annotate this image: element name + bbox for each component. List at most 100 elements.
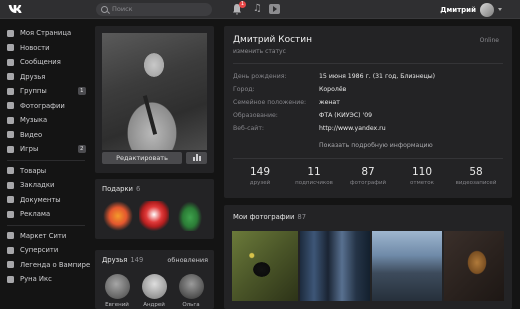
birthday-value[interactable]: 15 июня 1986 г. (31 год, Близнецы) [319,73,435,83]
messages-icon [7,58,14,66]
friend-avatar[interactable] [142,274,167,299]
stats-icon [199,156,201,161]
goods-icon [7,167,14,175]
divider [233,63,503,64]
app-icon [7,261,14,269]
sidebar-item-my-page[interactable]: Моя Страница [0,26,92,41]
gift-santa[interactable] [139,201,169,231]
photos-icon [7,102,14,110]
friends-updates-link[interactable]: обновления [167,256,208,264]
news-icon [7,44,14,52]
vk-logo-icon[interactable] [8,2,26,16]
home-icon [7,29,14,37]
gifts-panel: Подарки 6 [95,179,214,239]
counter-tags[interactable]: 110 отметок [395,166,449,196]
stats-icon [193,157,195,161]
gifts-title[interactable]: Подарки 6 [102,185,140,193]
bookmarks-icon [7,181,14,189]
groups-icon [7,87,14,95]
edit-profile-button[interactable]: Редактировать [102,152,182,164]
photo-thumbnail[interactable] [444,231,504,301]
friend-name[interactable]: Андрей [139,302,169,308]
avatar [480,2,494,17]
info-website: Веб-сайт: http://www.yandex.ru [233,125,386,135]
friends-panel: Друзья 149 обновления Евгений Андрей Ольг… [95,250,214,309]
sidebar-item-messages[interactable]: Сообщения [0,55,92,70]
sidebar-item-app-runa[interactable]: Руна Икс [0,272,92,287]
friend-avatar[interactable] [179,274,204,299]
sidebar-item-groups[interactable]: Группы 1 [0,84,92,99]
music-icon [7,116,14,124]
counter-followers[interactable]: 11 подписчиков [287,166,341,196]
friend-name[interactable]: Евгений [102,302,132,308]
play-icon[interactable] [269,4,280,14]
gift-ribbon[interactable] [103,201,133,231]
sidebar-item-photos[interactable]: Фотографии [0,99,92,114]
divider [233,158,503,159]
counters: 149 друзей 11 подписчиков 87 фотографий 110… [224,166,512,196]
sidebar-item-music[interactable]: Музыка [0,113,92,128]
info-birthday: День рождения: 15 июня 1986 г. (31 год, … [233,73,435,83]
chevron-down-icon [498,8,502,11]
counter-videos[interactable]: 58 видеозаписей [449,166,503,196]
video-icon [7,131,14,139]
sidebar-item-ads[interactable]: Реклама [0,207,92,222]
ads-icon [7,210,14,218]
sidebar-divider [7,224,85,226]
app-icon [7,275,14,283]
documents-icon [7,196,14,204]
online-status: Online [479,37,499,44]
sidebar-item-app-supercity[interactable]: Суперсити [0,243,92,258]
top-bar: Поиск 1 ♫ Дмитрий [0,0,520,19]
sidebar: Моя Страница Новости Сообщения Друзья Гр… [0,26,92,287]
sidebar-item-games[interactable]: Игры 2 [0,142,92,157]
photos-count: 87 [297,213,307,221]
music-note-icon[interactable]: ♫ [253,3,262,15]
photo-thumbnail[interactable] [300,231,370,301]
friends-count: 149 [130,256,144,264]
sidebar-item-bookmarks[interactable]: Закладки [0,178,92,193]
avatar-panel: Редактировать [95,26,214,173]
profile-name: Дмитрий Костин [233,35,313,45]
notifications-badge: 1 [238,1,246,8]
sidebar-item-video[interactable]: Видео [0,128,92,143]
website-link[interactable]: http://www.yandex.ru [319,125,386,135]
show-more-info-link[interactable]: Показать подробную информацию [319,142,433,149]
photos-panel: Мои фотографии 87 [224,205,512,309]
photo-thumbnail[interactable] [372,231,442,301]
search-placeholder: Поиск [112,5,133,13]
photo-thumbnail[interactable] [232,231,298,301]
search-input[interactable]: Поиск [96,3,212,16]
sidebar-item-app-vampire[interactable]: Легенда о Вампире [0,258,92,273]
info-city: Город: Королёв [233,86,346,96]
sidebar-item-friends[interactable]: Друзья [0,70,92,85]
stats-icon [196,154,198,161]
sidebar-divider [7,159,85,161]
counter-friends[interactable]: 149 друзей [233,166,287,196]
gifts-count: 6 [135,185,141,193]
friends-title[interactable]: Друзья 149 [102,256,143,264]
user-menu[interactable]: Дмитрий [440,0,502,19]
profile-panel: Дмитрий Костин изменить статус Online Де… [224,26,512,198]
sidebar-item-app-market[interactable]: Маркет Сити [0,229,92,244]
app-icon [7,232,14,240]
gift-tree[interactable] [175,201,205,231]
profile-photo[interactable] [102,33,207,150]
sidebar-item-goods[interactable]: Товары [0,164,92,179]
notifications-button[interactable]: 1 [232,1,246,15]
education-value[interactable]: ФТА (КИУЭС) '09 [319,112,372,122]
friends-icon [7,73,14,81]
sidebar-item-documents[interactable]: Документы [0,193,92,208]
friend-avatar[interactable] [105,274,130,299]
groups-badge: 1 [77,87,86,95]
counter-photos[interactable]: 87 фотографий [341,166,395,196]
change-status-link[interactable]: изменить статус [233,48,286,55]
city-value[interactable]: Королёв [319,86,346,96]
app-icon [7,246,14,254]
games-icon [7,145,14,153]
friend-name[interactable]: Ольга [176,302,206,308]
stats-button[interactable] [186,152,207,164]
games-badge: 2 [77,145,86,153]
sidebar-item-news[interactable]: Новости [0,41,92,56]
photos-title[interactable]: Мои фотографии 87 [233,213,306,221]
